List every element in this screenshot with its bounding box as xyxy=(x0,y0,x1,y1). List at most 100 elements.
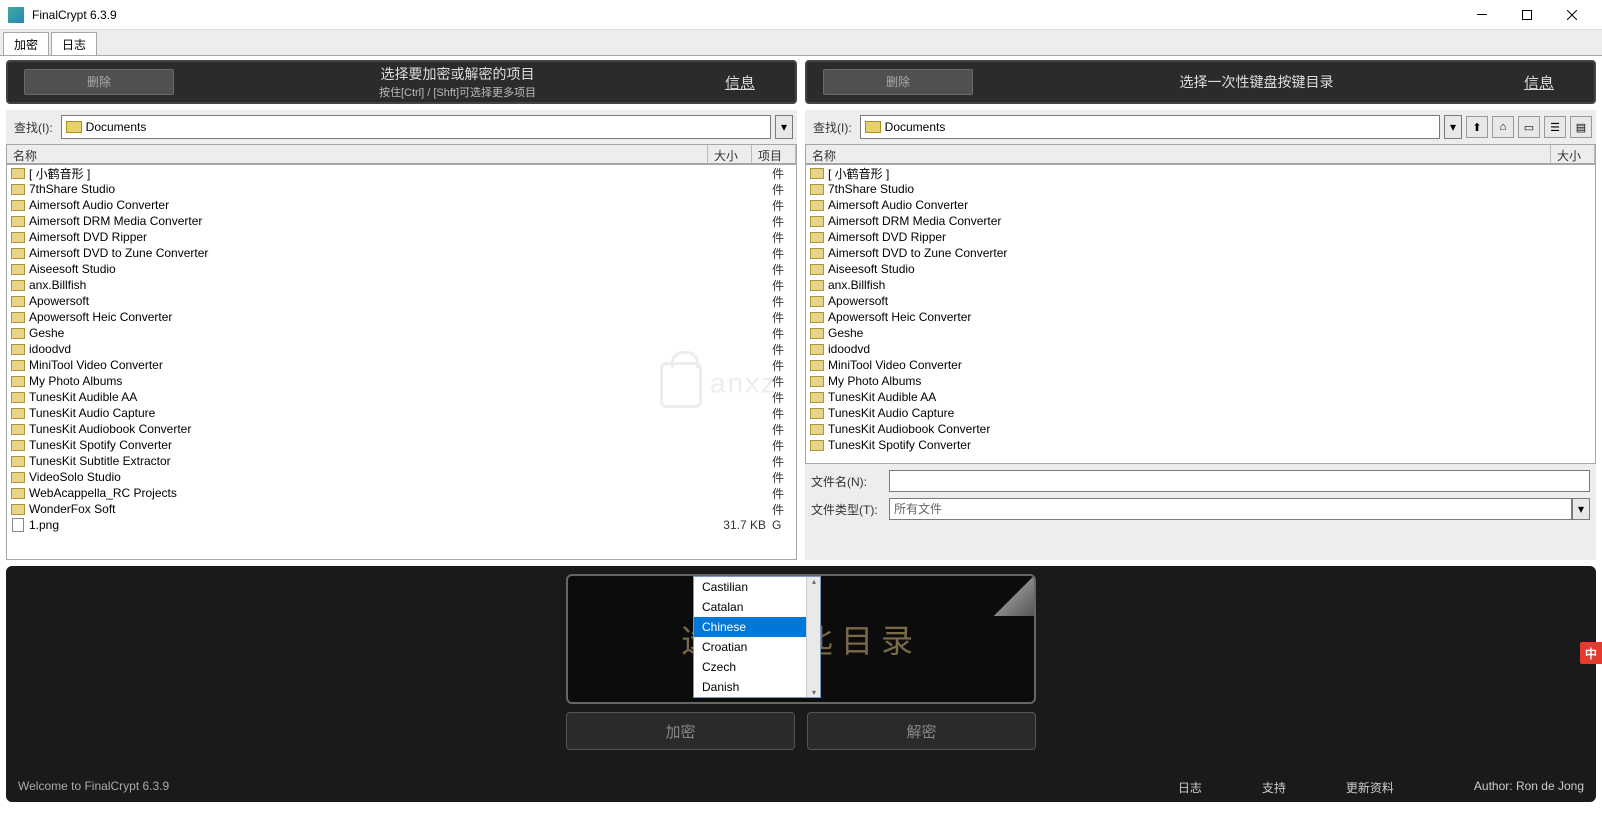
lookup-label-left: 查找(I): xyxy=(10,119,57,136)
folder-icon xyxy=(11,504,25,515)
info-left-link[interactable]: 信息 xyxy=(725,72,755,93)
file-type: 件 xyxy=(772,325,796,342)
list-view-icon[interactable]: ☰ xyxy=(1544,116,1566,138)
list-item[interactable]: Aimersoft DVD to Zune Converter xyxy=(806,245,1595,261)
file-type: 件 xyxy=(772,485,796,502)
list-item[interactable]: VideoSolo Studio件 xyxy=(7,469,796,485)
list-item[interactable]: Aiseesoft Studio件 xyxy=(7,261,796,277)
status-update[interactable]: 更新资料 xyxy=(1346,779,1394,796)
list-item[interactable]: Aimersoft Audio Converter xyxy=(806,197,1595,213)
title-bar: FinalCrypt 6.3.9 xyxy=(0,0,1602,30)
list-item[interactable]: TunesKit Audio Capture xyxy=(806,405,1595,421)
file-name: [ 小鹤音形 ] xyxy=(828,165,1595,182)
file-list-right[interactable]: [ 小鹤音形 ]7thShare StudioAimersoft Audio C… xyxy=(805,164,1596,464)
list-item[interactable]: TunesKit Spotify Converter件 xyxy=(7,437,796,453)
maximize-button[interactable] xyxy=(1504,0,1549,30)
lang-option[interactable]: Croatian xyxy=(694,637,820,657)
list-item[interactable]: MiniTool Video Converter件 xyxy=(7,357,796,373)
file-name: My Photo Albums xyxy=(828,374,1595,388)
new-folder-icon[interactable]: ▭ xyxy=(1518,116,1540,138)
list-item[interactable]: TunesKit Audible AA件 xyxy=(7,389,796,405)
delete-left-button[interactable]: 删除 xyxy=(24,69,174,95)
filetype-dropdown[interactable]: ▾ xyxy=(1572,498,1590,520)
file-type: 件 xyxy=(772,357,796,374)
minimize-button[interactable] xyxy=(1459,0,1504,30)
file-name: Aimersoft DRM Media Converter xyxy=(29,214,772,228)
list-item[interactable]: Geshe件 xyxy=(7,325,796,341)
list-item[interactable]: [ 小鹤音形 ] xyxy=(806,165,1595,181)
decrypt-button[interactable]: 解密 xyxy=(807,712,1036,750)
delete-right-button[interactable]: 删除 xyxy=(823,69,973,95)
list-item[interactable]: WonderFox Soft件 xyxy=(7,501,796,517)
list-item[interactable]: Aiseesoft Studio xyxy=(806,261,1595,277)
tab-log[interactable]: 日志 xyxy=(51,32,97,55)
tab-encrypt[interactable]: 加密 xyxy=(3,32,49,55)
folder-icon xyxy=(865,121,881,133)
filetype-select[interactable]: 所有文件 xyxy=(889,498,1572,520)
lang-option[interactable]: Danish xyxy=(694,677,820,697)
col-size[interactable]: 大小 xyxy=(708,145,752,163)
close-button[interactable] xyxy=(1549,0,1594,30)
status-log[interactable]: 日志 xyxy=(1178,779,1202,796)
list-item[interactable]: Aimersoft DRM Media Converter xyxy=(806,213,1595,229)
list-item[interactable]: Aimersoft DVD Ripper xyxy=(806,229,1595,245)
lookup-dropdown-right[interactable]: ▾ xyxy=(1444,115,1462,139)
language-dropdown[interactable]: CastilianCatalanChineseCroatianCzechDani… xyxy=(693,576,821,698)
list-item[interactable]: TunesKit Audiobook Converter件 xyxy=(7,421,796,437)
list-item[interactable]: [ 小鹤音形 ]件 xyxy=(7,165,796,181)
list-item[interactable]: Aimersoft DVD to Zune Converter件 xyxy=(7,245,796,261)
file-name: Aimersoft DVD to Zune Converter xyxy=(29,246,772,260)
ime-badge[interactable]: 中 xyxy=(1580,642,1602,664)
list-item[interactable]: idoodvd件 xyxy=(7,341,796,357)
list-item[interactable]: 7thShare Studio件 xyxy=(7,181,796,197)
list-item[interactable]: TunesKit Subtitle Extractor件 xyxy=(7,453,796,469)
col-name[interactable]: 名称 xyxy=(7,145,708,163)
col-size-r[interactable]: 大小 xyxy=(1551,145,1595,163)
encrypt-button[interactable]: 加密 xyxy=(566,712,795,750)
lookup-dropdown-left[interactable]: ▾ xyxy=(775,115,793,139)
col-name-r[interactable]: 名称 xyxy=(806,145,1551,163)
list-item[interactable]: Aimersoft DVD Ripper件 xyxy=(7,229,796,245)
list-item[interactable]: TunesKit Audiobook Converter xyxy=(806,421,1595,437)
list-item[interactable]: idoodvd xyxy=(806,341,1595,357)
list-item[interactable]: anx.Billfish件 xyxy=(7,277,796,293)
list-item[interactable]: Geshe xyxy=(806,325,1595,341)
details-view-icon[interactable]: ▤ xyxy=(1570,116,1592,138)
list-item[interactable]: anx.Billfish xyxy=(806,277,1595,293)
file-list-left[interactable]: [ 小鹤音形 ]件7thShare Studio件Aimersoft Audio… xyxy=(6,164,797,560)
file-name: [ 小鹤音形 ] xyxy=(29,165,772,182)
file-name: WebAcappella_RC Projects xyxy=(29,486,772,500)
up-folder-icon[interactable]: ⬆ xyxy=(1466,116,1488,138)
list-item[interactable]: Aimersoft DRM Media Converter件 xyxy=(7,213,796,229)
list-item[interactable]: TunesKit Audible AA xyxy=(806,389,1595,405)
status-support[interactable]: 支持 xyxy=(1262,779,1286,796)
lang-option[interactable]: Chinese xyxy=(694,617,820,637)
list-item[interactable]: TunesKit Spotify Converter xyxy=(806,437,1595,453)
list-item[interactable]: Apowersoft件 xyxy=(7,293,796,309)
list-item[interactable]: Apowersoft Heic Converter件 xyxy=(7,309,796,325)
list-item[interactable]: My Photo Albums件 xyxy=(7,373,796,389)
list-item[interactable]: My Photo Albums xyxy=(806,373,1595,389)
lang-option[interactable]: Catalan xyxy=(694,597,820,617)
lookup-input-right[interactable]: Documents xyxy=(860,115,1440,139)
list-item[interactable]: TunesKit Audio Capture件 xyxy=(7,405,796,421)
info-right-link[interactable]: 信息 xyxy=(1524,72,1554,93)
lookup-value-right: Documents xyxy=(885,120,946,134)
list-item[interactable]: 7thShare Studio xyxy=(806,181,1595,197)
list-item[interactable]: Aimersoft Audio Converter件 xyxy=(7,197,796,213)
home-icon[interactable]: ⌂ xyxy=(1492,116,1514,138)
col-type[interactable]: 项目类 xyxy=(752,145,796,163)
list-item[interactable]: Apowersoft xyxy=(806,293,1595,309)
filename-input[interactable] xyxy=(889,470,1590,492)
lookup-input-left[interactable]: Documents xyxy=(61,115,771,139)
file-name: anx.Billfish xyxy=(29,278,772,292)
list-item[interactable]: Apowersoft Heic Converter xyxy=(806,309,1595,325)
scrollbar[interactable] xyxy=(806,577,820,697)
list-item[interactable]: WebAcappella_RC Projects件 xyxy=(7,485,796,501)
file-name: MiniTool Video Converter xyxy=(828,358,1595,372)
list-item[interactable]: MiniTool Video Converter xyxy=(806,357,1595,373)
list-item[interactable]: 1.png31.7 KBG xyxy=(7,517,796,533)
file-type: G xyxy=(772,518,796,532)
lang-option[interactable]: Castilian xyxy=(694,577,820,597)
lang-option[interactable]: Czech xyxy=(694,657,820,677)
